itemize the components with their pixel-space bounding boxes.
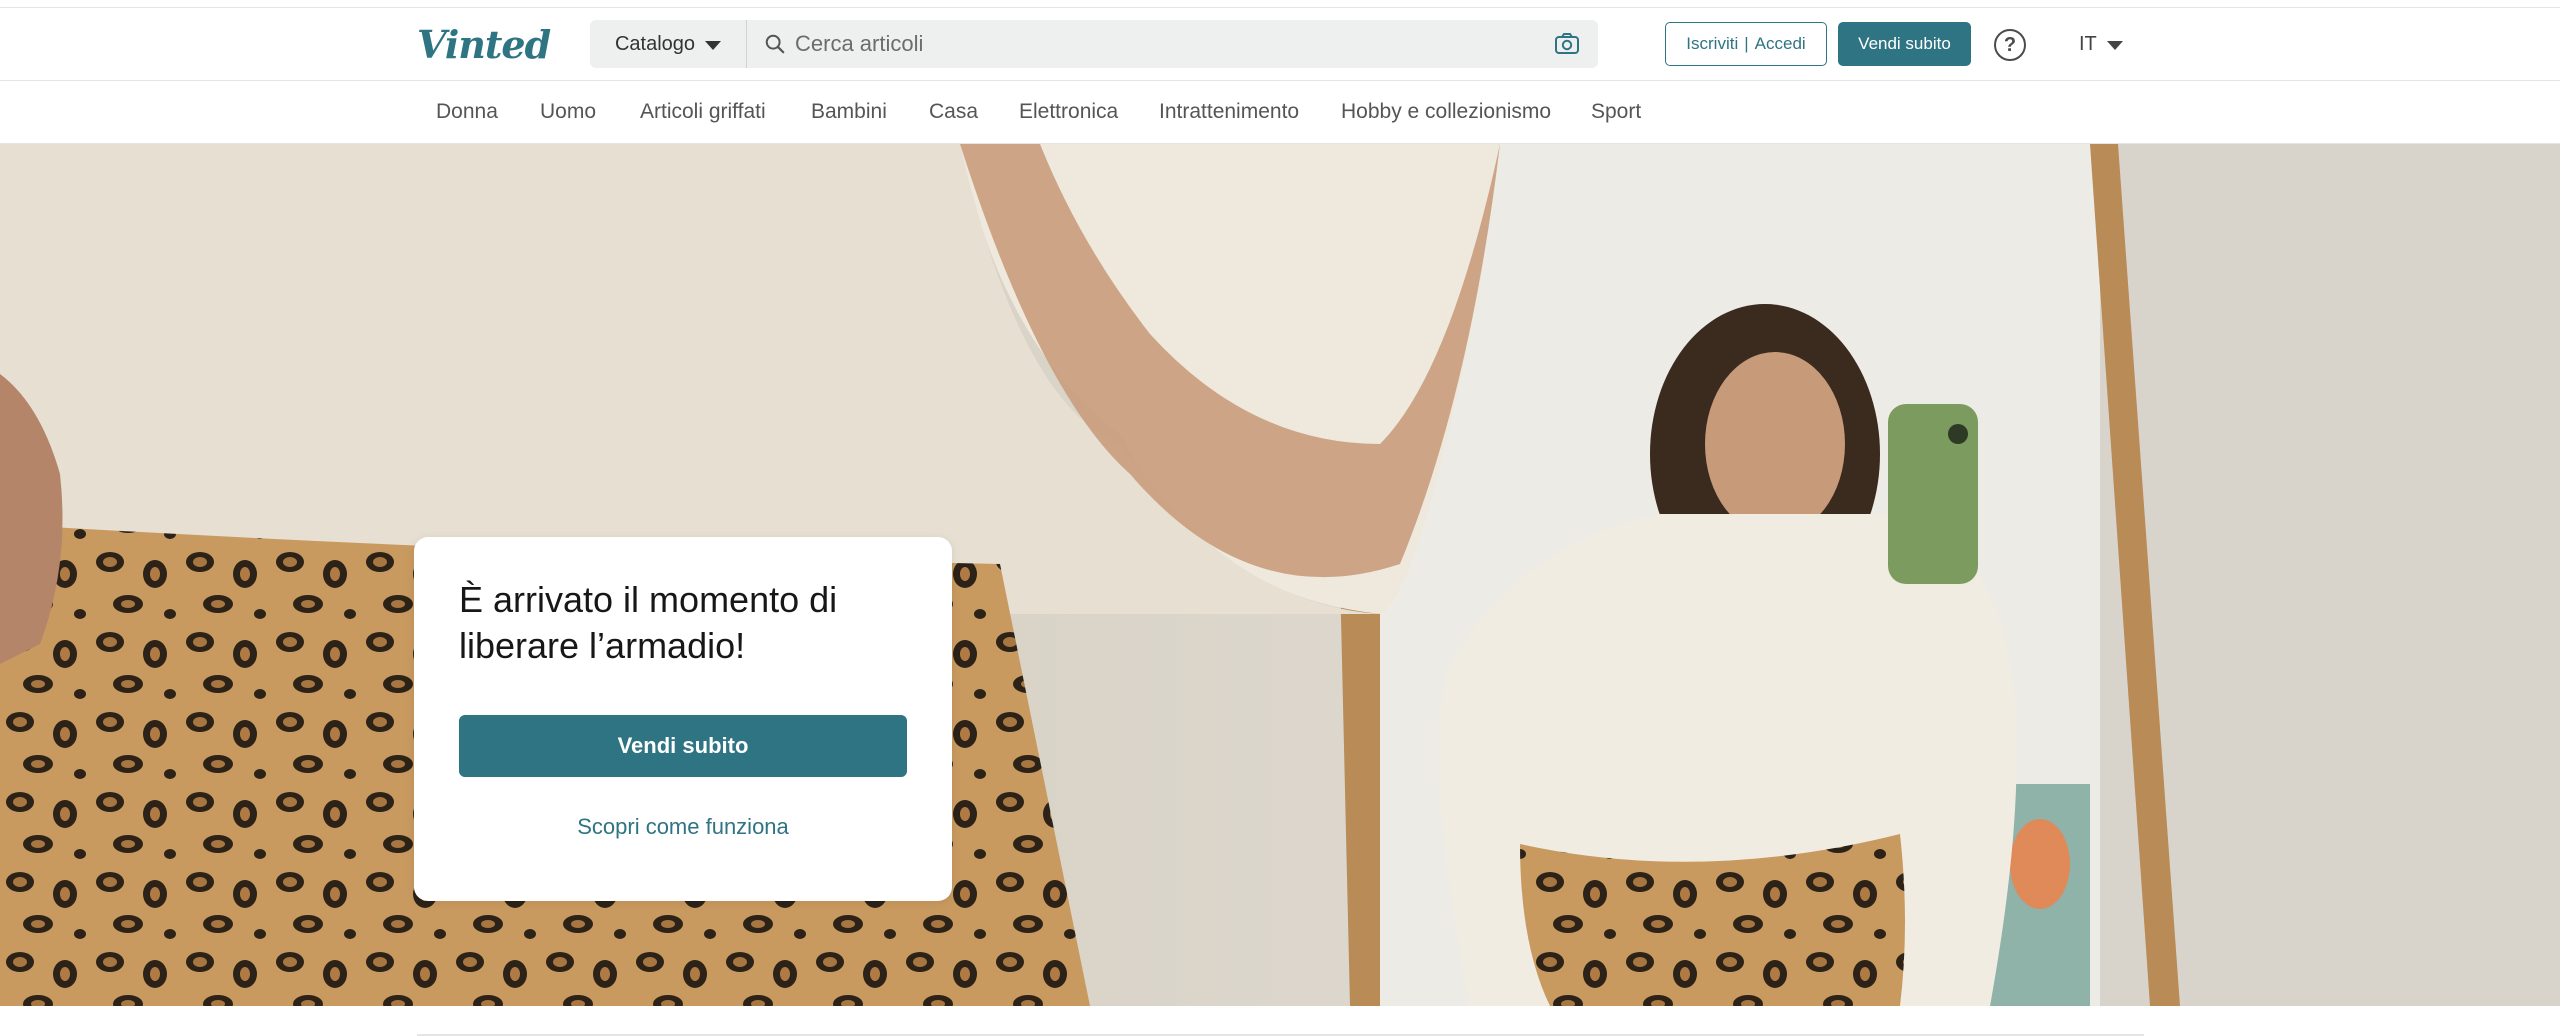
search-input[interactable] [795,27,1535,61]
hero-banner: È arrivato il momento di liberare l’arma… [0,144,2560,1006]
nav-item-casa[interactable]: Casa [929,100,978,124]
sell-now-button[interactable]: Vendi subito [1838,22,1971,66]
signup-link[interactable]: Iscriviti [1686,34,1738,54]
camera-icon[interactable] [1554,32,1580,56]
category-nav: Donna Uomo Articoli griffati Bambini Cas… [0,82,2560,144]
nav-item-uomo[interactable]: Uomo [540,100,596,124]
login-link[interactable]: Accedi [1755,34,1806,54]
nav-item-articoli-griffati[interactable]: Articoli griffati [640,100,766,124]
search-bar: Catalogo [590,20,1598,68]
chevron-down-icon [2106,40,2123,50]
hero-photo [0,144,2560,1006]
language-label: IT [2079,32,2097,55]
nav-item-hobby[interactable]: Hobby e collezionismo [1341,100,1551,124]
how-it-works-link[interactable]: Scopri come funziona [459,807,907,847]
nav-item-donna[interactable]: Donna [436,100,498,124]
hero-card: È arrivato il momento di liberare l’arma… [414,537,952,901]
language-selector[interactable]: IT [2079,28,2123,60]
hero-title: È arrivato il momento di liberare l’arma… [459,579,838,666]
catalog-dropdown[interactable]: Catalogo [590,20,747,68]
site-header: Vinted Catalogo Iscriviti | Accedi Vendi… [0,8,2560,81]
signup-login-button[interactable]: Iscriviti | Accedi [1665,22,1827,66]
auth-separator: | [1744,34,1749,53]
nav-item-intrattenimento[interactable]: Intrattenimento [1159,100,1299,124]
vinted-logo[interactable]: Vinted [417,22,551,67]
hero-sell-button[interactable]: Vendi subito [459,715,907,777]
nav-item-elettronica[interactable]: Elettronica [1019,100,1118,124]
chevron-down-icon [705,40,722,50]
help-icon[interactable]: ? [1994,29,2026,61]
nav-item-bambini[interactable]: Bambini [811,100,887,124]
search-icon [765,34,785,54]
nav-item-sport[interactable]: Sport [1591,100,1641,124]
catalog-label: Catalogo [614,32,696,55]
